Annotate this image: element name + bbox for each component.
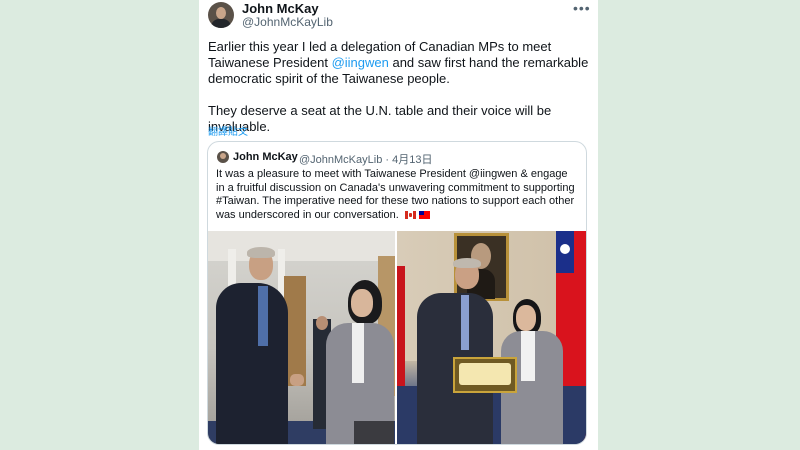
- quoted-author-handle: @JohnMcKayLib: [299, 154, 383, 166]
- tweet-card: John McKay @JohnMcKayLib ••• Earlier thi…: [199, 0, 598, 450]
- quoted-text-body: It was a pleasure to meet with Taiwanese…: [216, 168, 575, 221]
- author-name[interactable]: John McKay: [242, 1, 319, 16]
- quoted-author-avatar: [217, 151, 229, 163]
- quoted-tweet[interactable]: John McKay @JohnMcKayLib · 4月13日 It was …: [207, 141, 587, 445]
- tweet-text-paragraph2: They deserve a seat at the U.N. table an…: [208, 103, 552, 134]
- author-avatar[interactable]: [208, 2, 234, 28]
- mention-link[interactable]: @iingwen: [332, 55, 389, 70]
- photo-gift-presentation[interactable]: [397, 231, 586, 444]
- canada-flag-icon: [404, 210, 416, 219]
- author-handle[interactable]: @JohnMcKayLib: [242, 15, 333, 29]
- quoted-text: It was a pleasure to meet with Taiwanese…: [216, 168, 578, 222]
- quoted-author-name: John McKay: [233, 151, 298, 163]
- translate-link[interactable]: 翻譯貼文: [208, 123, 248, 138]
- quoted-author-meta: @JohnMcKayLib · 4月13日: [299, 151, 432, 167]
- tweet-text: Earlier this year I led a delegation of …: [208, 39, 593, 135]
- taiwan-flag-icon: [418, 210, 430, 219]
- more-icon[interactable]: •••: [573, 0, 591, 16]
- photo-handshake[interactable]: [208, 231, 395, 444]
- quoted-date: · 4月13日: [385, 154, 433, 166]
